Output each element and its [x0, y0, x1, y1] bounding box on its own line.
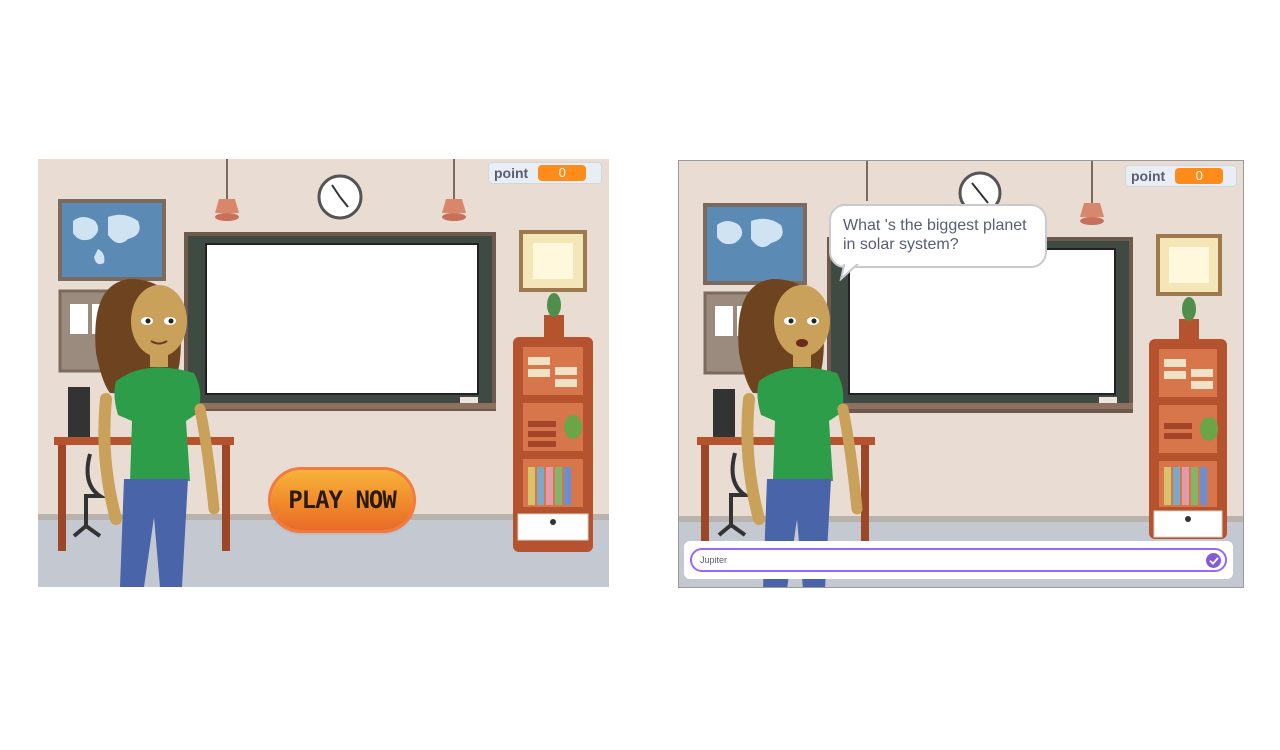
score-monitor-label: point [1131, 168, 1166, 184]
speech-bubble-tail [839, 261, 863, 281]
score-monitor-label: point [494, 165, 529, 181]
speech-bubble: What 's the biggest planet in solar syst… [829, 204, 1047, 268]
stage-left: point 0 PLAY NOW [38, 159, 609, 587]
speech-bubble-line-1: What 's the biggest planet [843, 217, 1027, 234]
play-now-button[interactable]: PLAY NOW [271, 470, 413, 530]
speech-bubble-line-2: in solar system? [843, 236, 959, 253]
score-monitor: point 0 [1125, 165, 1237, 187]
score-monitor: point 0 [488, 162, 602, 184]
score-monitor-value: 0 [1175, 168, 1224, 184]
stage-right: point 0 What 's the biggest planet in so… [678, 160, 1244, 588]
play-now-label: PLAY NOW [288, 486, 397, 514]
check-icon [1209, 557, 1218, 565]
ask-prompt-bar [684, 541, 1233, 579]
score-monitor-value: 0 [538, 165, 587, 181]
answer-input[interactable] [690, 548, 1227, 572]
submit-answer-button[interactable] [1206, 553, 1221, 568]
